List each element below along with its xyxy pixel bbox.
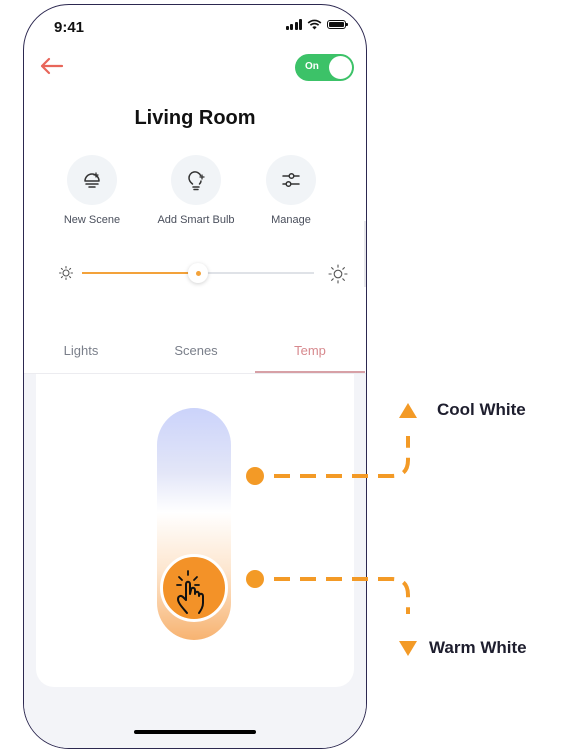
- warm-white-label: Warm White: [429, 638, 527, 657]
- cool-white-label: Cool White: [437, 400, 526, 419]
- triangle-down-icon: [399, 641, 417, 656]
- callout-lines: [246, 436, 410, 614]
- triangle-up-icon: [399, 403, 417, 418]
